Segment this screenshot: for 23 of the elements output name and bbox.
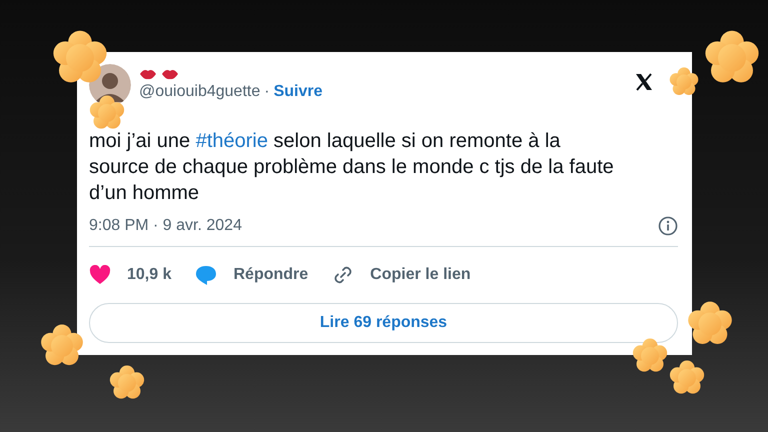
lips-icon — [139, 68, 157, 80]
timestamp: 9:08 PM · 9 avr. 2024 — [89, 216, 242, 236]
flower-icon — [632, 338, 668, 374]
flower-icon — [669, 360, 705, 396]
reply-button[interactable]: Répondre — [195, 263, 308, 287]
speech-bubble-icon — [195, 264, 218, 286]
like-button[interactable]: 10,9 k — [89, 263, 172, 287]
flower-icon — [40, 324, 84, 368]
link-icon — [332, 264, 354, 286]
lips-icon — [161, 68, 179, 80]
user-handle: @ouiouib4guette — [139, 82, 260, 102]
flower-icon — [669, 67, 699, 97]
read-replies-button[interactable]: Lire 69 réponses — [89, 303, 678, 343]
flower-icon — [109, 365, 145, 401]
x-logo-icon[interactable] — [634, 72, 654, 92]
flower-icon — [687, 301, 733, 347]
heart-icon — [89, 265, 111, 285]
info-icon[interactable] — [658, 216, 678, 236]
follow-link[interactable]: Suivre — [274, 80, 322, 104]
copy-link-button[interactable]: Copier le lien — [332, 263, 471, 287]
separator: · — [264, 82, 270, 102]
tweet-text: moi j’ai une #théorie selon laquelle si on remonte à la source de chaque problème dans le monde c tjs de la faute d’un homme — [89, 129, 615, 206]
flower-icon — [89, 95, 125, 131]
